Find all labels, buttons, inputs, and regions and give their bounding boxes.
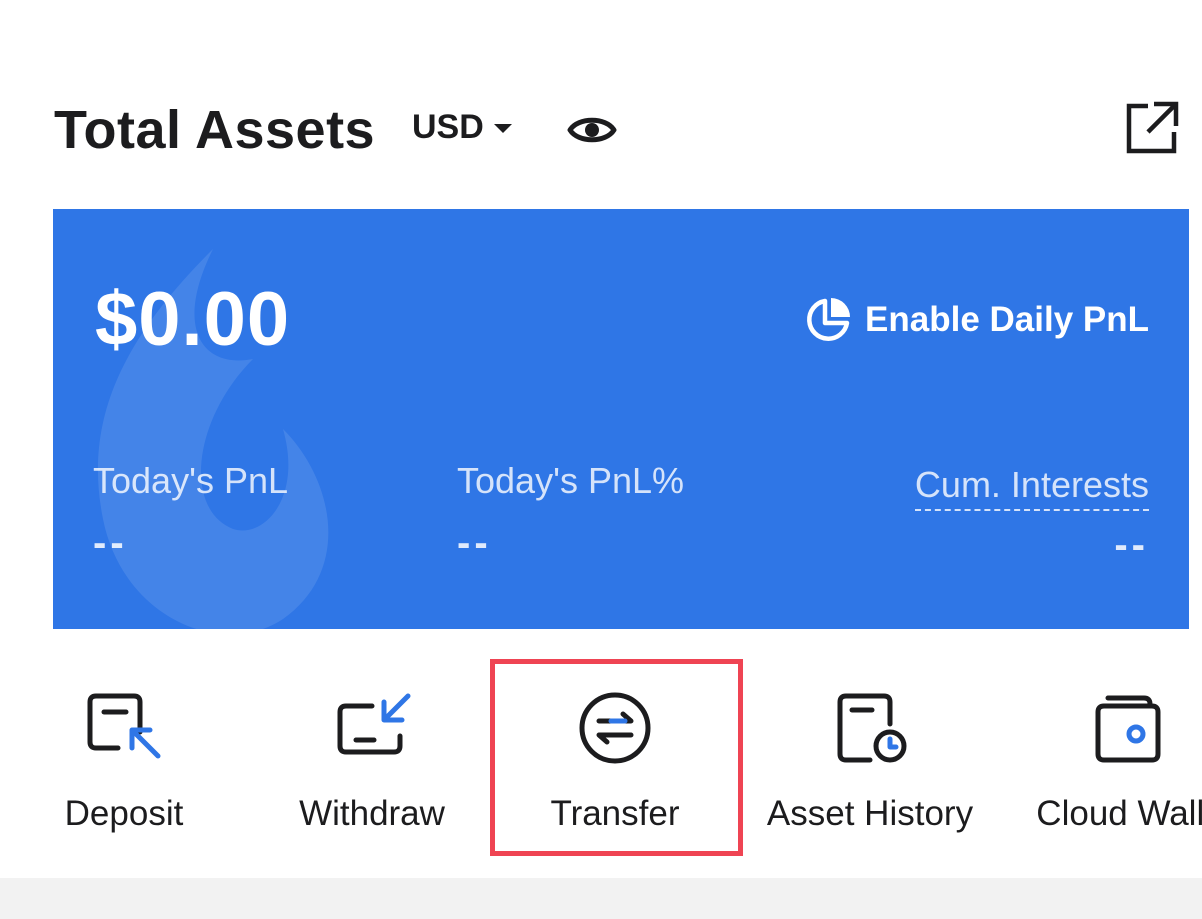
deposit-button[interactable]: Deposit	[44, 660, 204, 850]
cloud-wallet-label: Cloud Walle	[1036, 794, 1202, 833]
todays-pnl-stat: Today's PnL --	[93, 459, 288, 566]
currency-label: USD	[412, 108, 484, 146]
share-button[interactable]	[1124, 100, 1180, 156]
asset-history-icon	[837, 693, 907, 763]
todays-pnl-percent-stat: Today's PnL% --	[457, 459, 684, 566]
deposit-label: Deposit	[64, 794, 184, 833]
enable-daily-pnl-button[interactable]: Enable Daily PnL	[803, 295, 1149, 345]
balance-card: $0.00 Enable Daily PnL Today's PnL -- To…	[53, 209, 1189, 629]
section-divider	[0, 878, 1202, 919]
cum-interests-stat: Cum. Interests --	[914, 463, 1149, 568]
cloud-wallet-icon	[1095, 695, 1161, 763]
page-title: Total Assets	[54, 100, 376, 160]
cloud-wallet-button[interactable]: Cloud Walle	[1010, 660, 1202, 850]
asset-history-button[interactable]: Asset History	[756, 660, 984, 850]
asset-history-label: Asset History	[766, 794, 974, 833]
withdraw-icon	[337, 693, 411, 755]
enable-daily-pnl-label: Enable Daily PnL	[865, 300, 1149, 339]
quick-actions-row: Deposit Withdraw Transfer Asset History …	[0, 660, 1202, 850]
deposit-icon	[87, 693, 161, 759]
todays-pnl-percent-value: --	[457, 521, 492, 565]
todays-pnl-percent-label: Today's PnL%	[457, 460, 685, 501]
cum-interests-value: --	[1114, 523, 1149, 567]
eye-icon	[567, 117, 617, 143]
transfer-icon	[579, 692, 651, 764]
todays-pnl-label: Today's PnL	[93, 460, 288, 501]
assets-header: Total Assets USD	[0, 0, 1202, 200]
pie-chart-icon	[807, 298, 851, 341]
transfer-button[interactable]: Transfer	[490, 660, 740, 850]
total-balance: $0.00	[95, 277, 291, 362]
caret-down-icon	[493, 124, 512, 133]
withdraw-button[interactable]: Withdraw	[282, 660, 462, 850]
visibility-toggle[interactable]	[566, 108, 618, 152]
assets-page: Total Assets USD $0.00 Enable Daily PnL …	[0, 0, 1202, 919]
currency-selector[interactable]: USD	[412, 108, 512, 147]
cum-interests-label[interactable]: Cum. Interests	[914, 463, 1149, 511]
transfer-label: Transfer	[550, 794, 680, 833]
external-link-icon	[1126, 101, 1179, 154]
withdraw-label: Withdraw	[299, 794, 445, 833]
todays-pnl-value: --	[93, 521, 128, 565]
